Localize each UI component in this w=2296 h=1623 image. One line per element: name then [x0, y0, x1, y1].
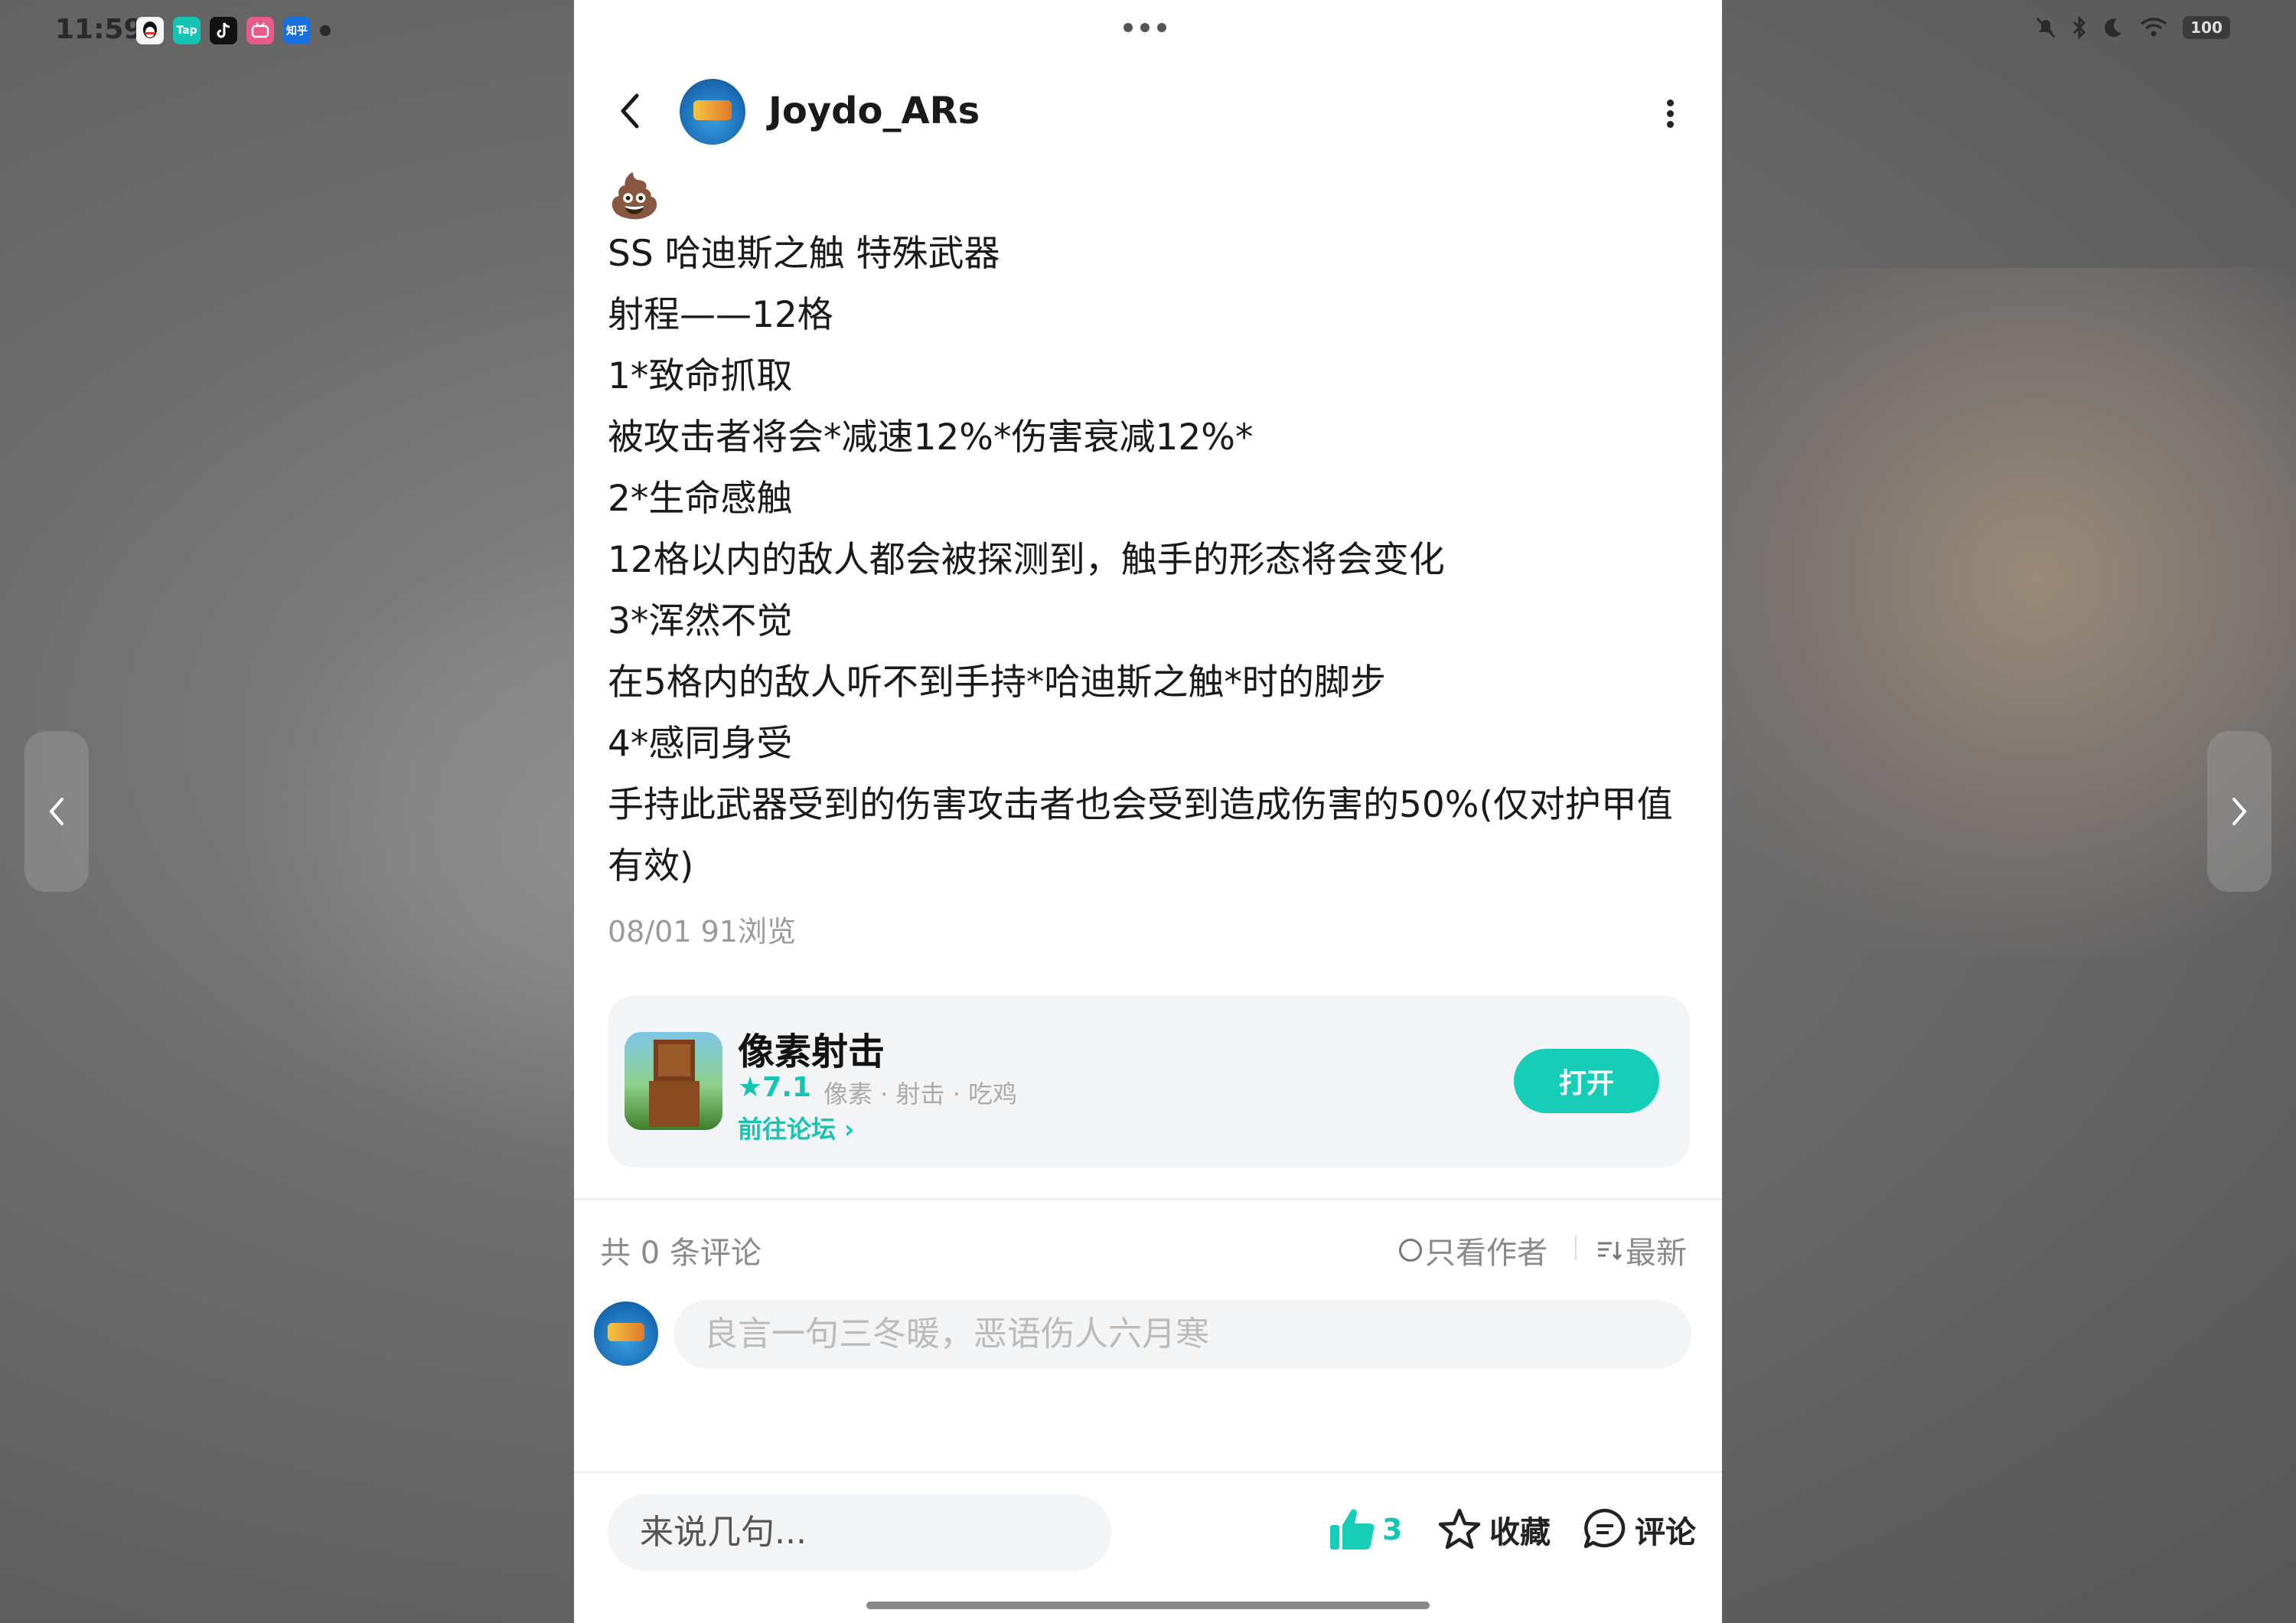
window-handle-dots[interactable]	[1124, 23, 1166, 32]
author-only-toggle[interactable]: 只看作者	[1399, 1228, 1548, 1272]
post-line: 2*生命感触	[608, 478, 793, 520]
qq-icon	[136, 17, 164, 44]
like-count: 3	[1382, 1513, 1403, 1546]
comment-label: 评论	[1635, 1515, 1696, 1550]
post-content: 💩 SS 哈迪斯之触 特殊武器 射程——12格 1*致命抓取 被攻击者将会*减速…	[608, 170, 1694, 950]
author-avatar[interactable]	[680, 79, 745, 145]
comment-input[interactable]: 良言一句三冬暖，恶语伤人六月寒	[673, 1300, 1691, 1369]
post-line: 3*浑然不觉	[608, 600, 793, 642]
game-icon	[625, 1032, 722, 1130]
like-button[interactable]: 3	[1327, 1507, 1402, 1553]
favorite-button[interactable]: 收藏	[1436, 1507, 1551, 1553]
chevron-left-icon	[49, 798, 64, 825]
sort-newest-button[interactable]: 最新	[1596, 1228, 1687, 1272]
radio-circle-icon	[1399, 1239, 1422, 1262]
bottom-divider	[574, 1471, 1722, 1473]
previous-page-button[interactable]	[24, 731, 89, 892]
post-date: 08/01	[608, 915, 692, 949]
sort-newest-label: 最新	[1626, 1236, 1687, 1271]
quick-comment-input[interactable]: 来说几句...	[608, 1494, 1111, 1571]
filter-separator	[1575, 1236, 1577, 1260]
comment-button[interactable]: 评论	[1581, 1507, 1696, 1553]
game-tags: 像素 · 射击 · 吃鸡	[823, 1079, 1018, 1109]
game-card[interactable]: 像素射击 ★7.1 像素 · 射击 · 吃鸡 前往论坛 › 打开	[608, 995, 1690, 1167]
wifi-icon	[2140, 18, 2167, 37]
post-line: 4*感同身受	[608, 723, 793, 765]
post-line: 手持此武器受到的伤害攻击者也会受到造成伤害的50%(仅对护甲值有效)	[608, 784, 1673, 887]
game-rating: ★7.1	[738, 1072, 812, 1103]
post-emoji: 💩	[608, 171, 661, 221]
post-line: 在5格内的敌人听不到手持*哈迪斯之触*时的脚步	[608, 661, 1386, 704]
thumbs-up-icon	[1330, 1509, 1375, 1550]
status-app-icons: Tap 知乎	[136, 17, 331, 44]
next-page-button[interactable]	[2207, 731, 2272, 892]
background-glow-right	[1645, 268, 2296, 957]
section-divider	[574, 1198, 1722, 1200]
status-more-dot	[320, 25, 331, 36]
post-views: 91浏览	[700, 915, 796, 949]
post-header: Joydo_ARs	[574, 73, 1722, 157]
favorite-label: 收藏	[1489, 1515, 1551, 1550]
author-username[interactable]: Joydo_ARs	[768, 90, 980, 132]
back-arrow-icon	[621, 93, 639, 129]
star-outline-icon	[1438, 1508, 1481, 1550]
post-line: 12格以内的敌人都会被探测到，触手的形态将会变化	[608, 539, 1445, 581]
bluetooth-icon	[2073, 15, 2086, 40]
post-line: SS 哈迪斯之触 特殊武器	[608, 233, 1000, 275]
post-meta: 08/01 91浏览	[608, 908, 1694, 950]
back-button[interactable]	[608, 88, 654, 134]
moon-icon	[2105, 18, 2122, 38]
author-only-label: 只看作者	[1425, 1236, 1548, 1271]
forum-link[interactable]: 前往论坛 ›	[738, 1110, 854, 1145]
status-time: 11:59	[55, 14, 143, 45]
comment-count: 共 0 条评论	[600, 1236, 762, 1271]
post-detail-panel: Joydo_ARs 💩 SS 哈迪斯之触 特殊武器 射程——12格 1*致命抓取…	[574, 0, 1722, 1623]
post-line: 1*致命抓取	[608, 355, 793, 397]
open-game-button[interactable]: 打开	[1514, 1049, 1659, 1113]
sort-icon	[1598, 1242, 1623, 1261]
battery-indicator: 100	[2183, 16, 2230, 39]
bell-muted-icon	[2036, 17, 2056, 38]
my-avatar	[594, 1301, 658, 1366]
status-indicators: 100	[2034, 15, 2230, 40]
more-options-button[interactable]	[1661, 96, 1679, 134]
taptap-icon: Tap	[173, 17, 201, 44]
game-name: 像素射击	[738, 1030, 885, 1073]
post-line: 被攻击者将会*减速12%*伤害衰减12%*	[608, 416, 1254, 459]
post-line: 射程——12格	[608, 294, 833, 336]
home-indicator[interactable]	[866, 1602, 1430, 1609]
zhihu-icon: 知乎	[283, 17, 311, 44]
bilibili-icon	[246, 17, 274, 44]
chevron-right-icon	[2232, 798, 2247, 825]
tiktok-icon	[210, 17, 237, 44]
comment-bubble-icon	[1583, 1508, 1626, 1549]
